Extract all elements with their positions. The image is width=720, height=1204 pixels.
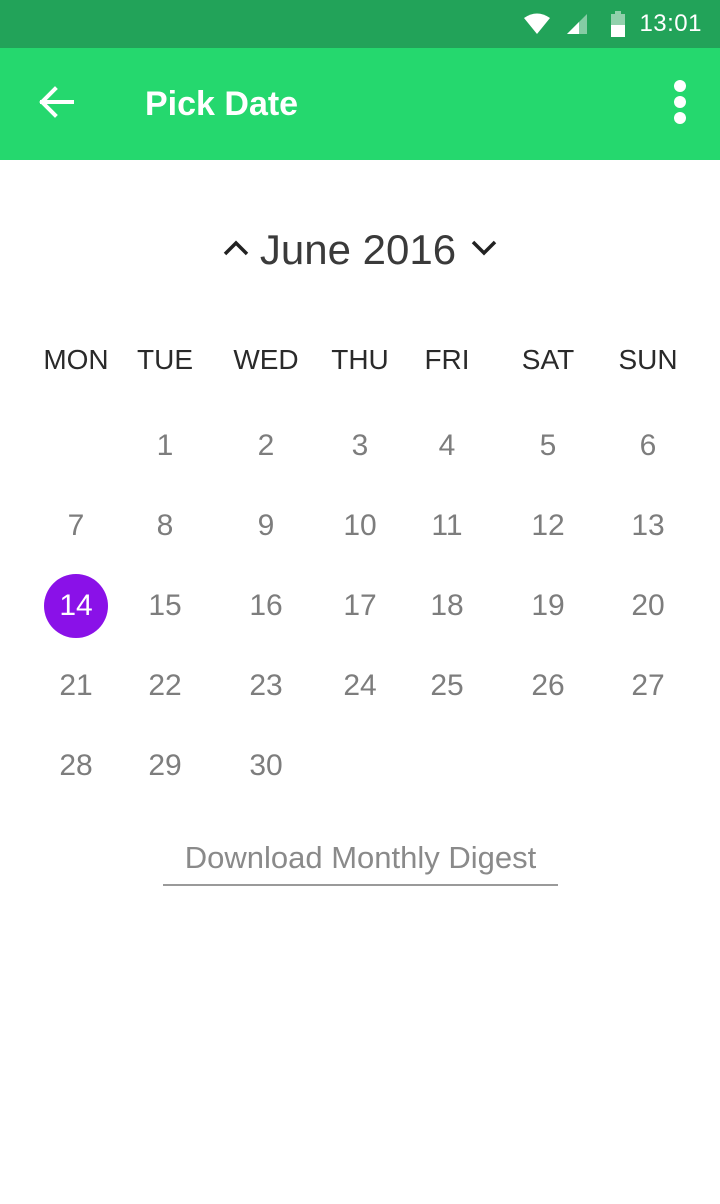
calendar-day[interactable]: 26 <box>516 654 580 718</box>
weekday-wed: WED <box>233 344 299 375</box>
calendar-day[interactable]: 29 <box>133 734 197 798</box>
weekday-sun: SUN <box>618 344 678 375</box>
chevron-up-icon <box>222 239 250 262</box>
calendar-day[interactable]: 21 <box>44 654 108 718</box>
next-month-button[interactable] <box>466 230 502 270</box>
page-title: Pick Date <box>145 85 299 123</box>
calendar-day[interactable]: 7 <box>44 494 108 558</box>
weekday-thu: THU <box>331 344 389 375</box>
arrow-left-icon <box>38 85 74 123</box>
month-header: June 2016 <box>0 218 720 282</box>
download-monthly-digest-link[interactable]: Download Monthly Digest <box>163 838 558 886</box>
calendar-day[interactable]: 18 <box>415 574 479 638</box>
back-button[interactable] <box>22 70 90 138</box>
status-time: 13:01 <box>639 10 702 37</box>
battery-icon <box>611 11 626 37</box>
status-bar: 13:01 <box>0 0 720 48</box>
calendar-day[interactable]: 23 <box>234 654 298 718</box>
calendar-day[interactable]: 11 <box>415 494 479 558</box>
more-vert-icon <box>673 79 687 129</box>
calendar-day[interactable]: 12 <box>516 494 580 558</box>
calendar-day[interactable]: 22 <box>133 654 197 718</box>
calendar-day[interactable]: 25 <box>415 654 479 718</box>
calendar-day[interactable]: 16 <box>234 574 298 638</box>
calendar-day[interactable]: 13 <box>616 494 680 558</box>
month-label: June 2016 <box>259 226 457 273</box>
calendar-day[interactable]: 1 <box>133 414 197 478</box>
calendar-day[interactable]: 20 <box>616 574 680 638</box>
overflow-menu-button[interactable] <box>658 72 702 136</box>
selected-day[interactable]: 14 <box>44 574 108 638</box>
calendar-day[interactable]: 24 <box>328 654 392 718</box>
calendar-day[interactable]: 8 <box>133 494 197 558</box>
calendar-day[interactable]: 9 <box>234 494 298 558</box>
wifi-icon <box>523 12 551 36</box>
calendar-day[interactable]: 28 <box>44 734 108 798</box>
calendar-day[interactable]: 15 <box>133 574 197 638</box>
previous-month-button[interactable] <box>218 230 254 270</box>
weekday-mon: MON <box>43 344 109 375</box>
calendar-day[interactable]: 6 <box>616 414 680 478</box>
calendar-day[interactable]: 27 <box>616 654 680 718</box>
calendar-day[interactable]: 30 <box>234 734 298 798</box>
calendar-day[interactable]: 5 <box>516 414 580 478</box>
weekday-tue: TUE <box>137 344 193 375</box>
app-bar: Pick Date <box>0 48 720 160</box>
calendar-day[interactable]: 17 <box>328 574 392 638</box>
calendar-day[interactable]: 3 <box>328 414 392 478</box>
weekday-fri: FRI <box>424 344 470 375</box>
calendar-day[interactable]: 19 <box>516 574 580 638</box>
status-icons: 13:01 <box>523 0 702 48</box>
cellular-signal-icon <box>565 12 589 36</box>
calendar-day[interactable]: 4 <box>415 414 479 478</box>
weekday-sat: SAT <box>521 344 575 375</box>
calendar-day[interactable]: 10 <box>328 494 392 558</box>
chevron-down-icon <box>470 239 498 262</box>
calendar-day[interactable]: 2 <box>234 414 298 478</box>
